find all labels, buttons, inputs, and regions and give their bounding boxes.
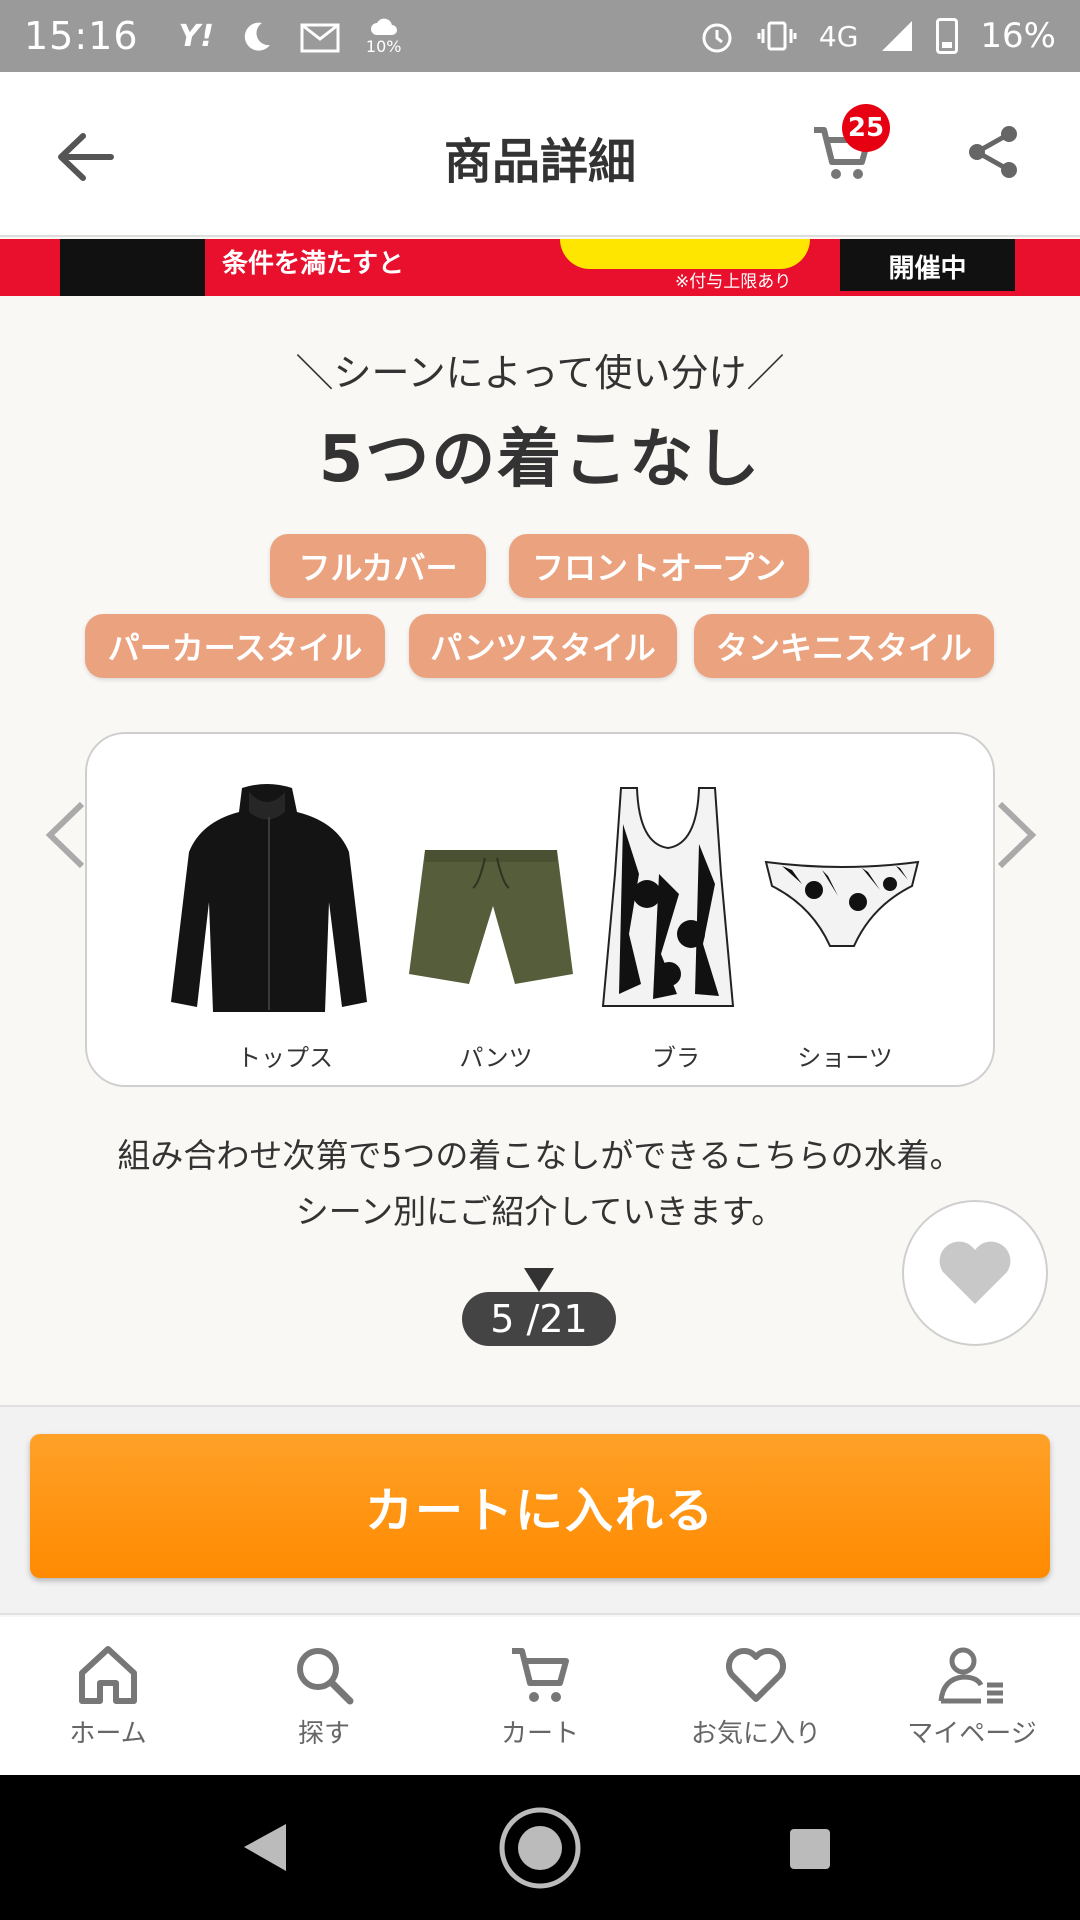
pager-total: 21 xyxy=(539,1297,588,1341)
tab-mypage[interactable]: マイページ xyxy=(864,1617,1080,1775)
tab-home[interactable]: ホーム xyxy=(0,1617,216,1775)
feature-title: 5つの着こなし xyxy=(318,423,762,497)
cart-icon xyxy=(512,1648,569,1702)
system-nav-bar xyxy=(0,1775,1080,1920)
page-title: 商品詳細 xyxy=(443,134,636,190)
carousel-next-button[interactable] xyxy=(990,800,1040,870)
system-icons: 4G 16% xyxy=(699,16,1056,56)
feature-subtitle: ＼シーンによって使い分け／ xyxy=(295,351,785,395)
pager-current: 5 xyxy=(490,1297,515,1341)
item-label-bra: ブラ xyxy=(652,1044,700,1072)
app-header: 商品詳細 25 xyxy=(0,72,1080,237)
heart-outline-icon xyxy=(726,1648,786,1702)
tankini-top-image xyxy=(601,787,735,1007)
items-card xyxy=(85,732,995,1087)
tab-cart[interactable]: カート xyxy=(432,1617,648,1775)
style-pill-full-cover: フルカバー xyxy=(270,534,486,598)
favorite-button[interactable] xyxy=(902,1200,1048,1346)
alarm-icon xyxy=(699,18,735,54)
tab-cart-label: カート xyxy=(500,1719,579,1749)
battery-icon xyxy=(936,18,959,54)
tab-home-label: ホーム xyxy=(69,1719,147,1749)
shorts-image xyxy=(409,850,573,984)
share-button[interactable] xyxy=(965,124,1035,194)
jacket-image xyxy=(171,784,367,1012)
battery-level: 16% xyxy=(980,16,1056,56)
tab-search[interactable]: 探す xyxy=(216,1617,432,1775)
item-label-tops: トップス xyxy=(237,1044,333,1072)
bikini-bottom-image xyxy=(764,860,920,947)
cart-count-badge: 25 xyxy=(842,104,890,152)
image-pager: 5 / 21 xyxy=(462,1292,616,1346)
promo-text: 条件を満たすと xyxy=(222,249,405,279)
promo-banner[interactable]: 条件を満たすと ※付与上限あり 開催中 xyxy=(0,239,1080,296)
share-icon xyxy=(969,126,1017,178)
promo-note: ※付与上限あり xyxy=(675,272,792,292)
network-type: 4G xyxy=(818,19,859,53)
tab-search-label: 探す xyxy=(297,1719,350,1749)
heart-icon xyxy=(939,1241,1011,1304)
yahoo-icon: Y! xyxy=(178,18,214,54)
nav-back-icon[interactable] xyxy=(240,1820,290,1875)
style-pill-parka: パーカースタイル xyxy=(85,614,385,678)
signal-icon xyxy=(880,19,914,53)
promo-yellow-shape xyxy=(560,239,810,269)
pager-separator: / xyxy=(514,1297,540,1341)
vibrate-icon xyxy=(757,19,797,53)
weather-percent: 10% xyxy=(365,36,402,56)
home-icon xyxy=(79,1646,137,1704)
nav-home-icon[interactable] xyxy=(497,1805,583,1891)
bottom-tab-bar: ホーム 探す カート お気に入り マイページ xyxy=(0,1617,1080,1775)
item-label-shorts: ショーツ xyxy=(797,1044,893,1072)
feature-description: 組み合わせ次第で5つの着こなしができるこちらの水着。 シーン別にご紹介していきま… xyxy=(0,1128,1080,1240)
promo-cta: 開催中 xyxy=(840,239,1015,291)
moon-icon xyxy=(240,19,274,53)
tab-favorites-label: お気に入り xyxy=(690,1719,821,1749)
description-line-1: 組み合わせ次第で5つの着こなしができるこちらの水着。 xyxy=(117,1136,963,1175)
add-to-cart-button[interactable]: カートに入れる xyxy=(30,1434,1050,1578)
style-pill-pants: パンツスタイル xyxy=(409,614,677,678)
item-label-pants: パンツ xyxy=(459,1044,533,1072)
mail-icon xyxy=(300,19,340,53)
nav-recents-icon[interactable] xyxy=(788,1827,832,1871)
notification-icons: Y! 10% xyxy=(178,17,402,56)
tab-favorites[interactable]: お気に入り xyxy=(648,1617,864,1775)
style-pill-tankini: タンキニスタイル xyxy=(694,614,994,678)
search-icon xyxy=(297,1648,354,1705)
status-bar: 15:16 Y! 10% 4G 16% xyxy=(0,0,1080,72)
style-pill-front-open: フロントオープン xyxy=(509,534,809,598)
user-icon xyxy=(938,1647,1003,1704)
weather-icon: 10% xyxy=(365,17,402,56)
tab-mypage-label: マイページ xyxy=(907,1719,1037,1749)
promo-black-block xyxy=(60,239,205,296)
pager-pointer xyxy=(524,1268,554,1292)
status-time: 15:16 xyxy=(24,14,139,58)
chevron-right-icon xyxy=(997,801,1037,869)
